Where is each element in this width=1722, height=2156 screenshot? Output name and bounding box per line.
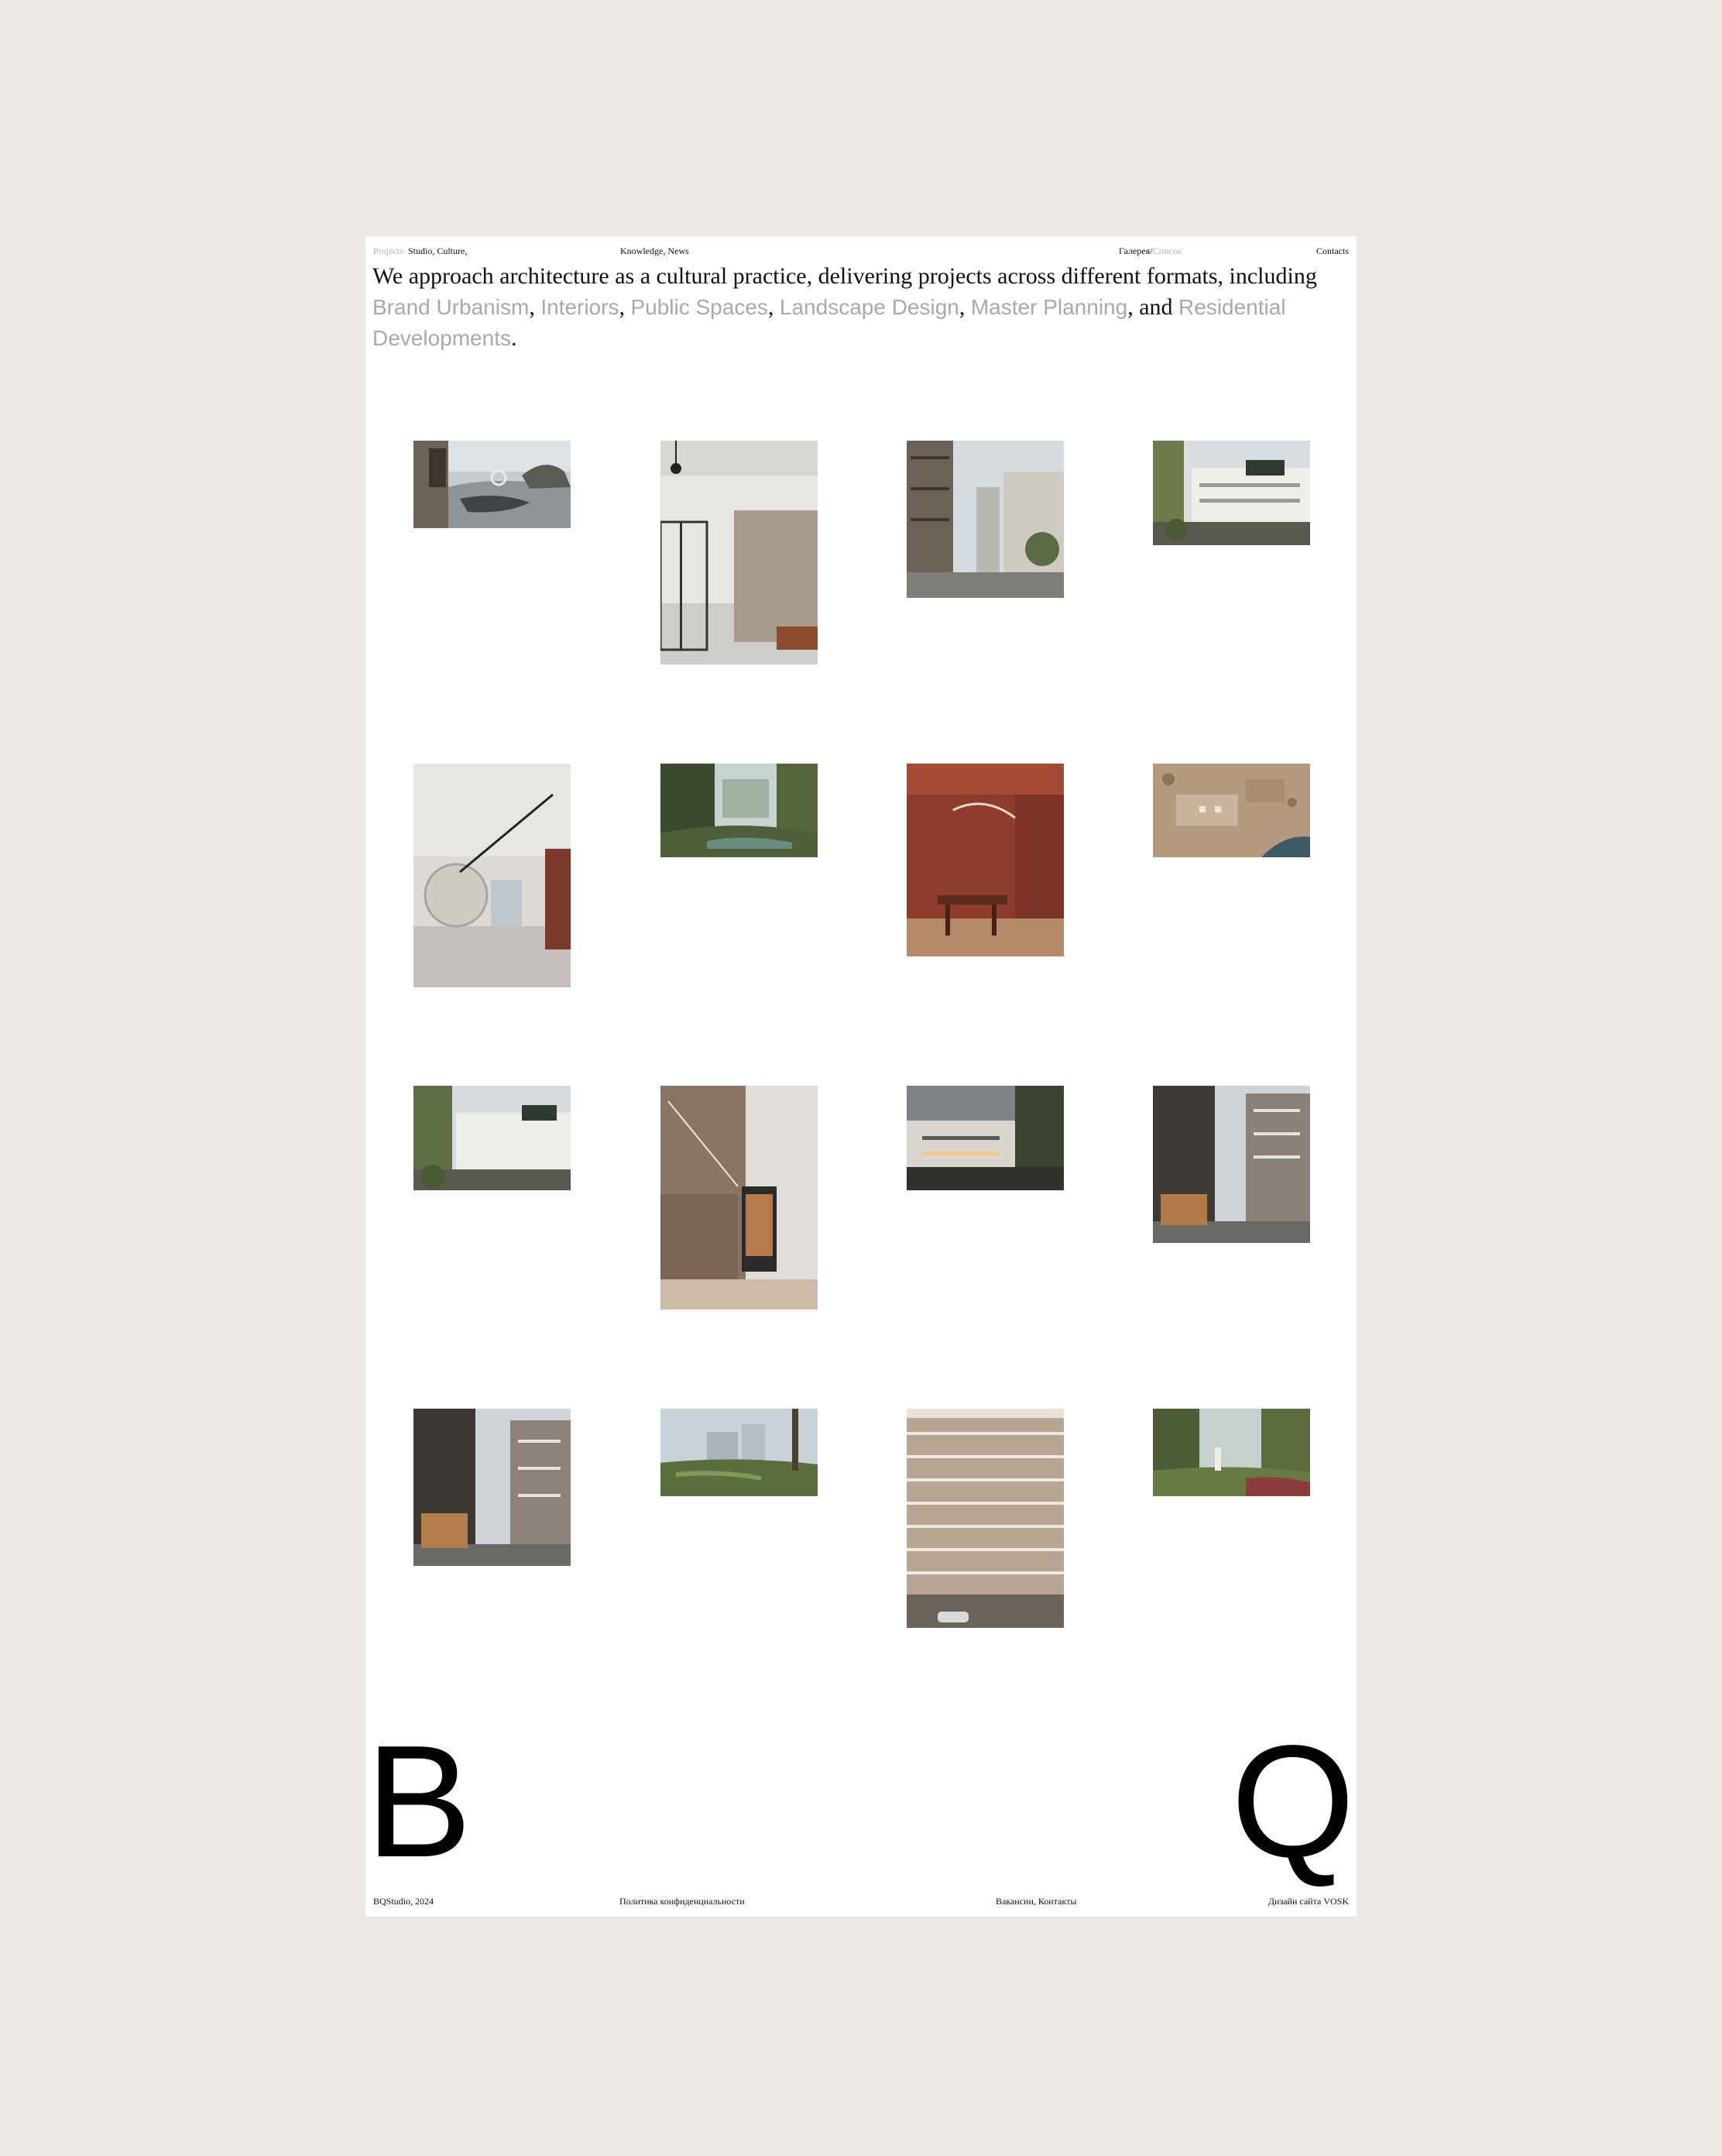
tag-master-planning[interactable]: Master Planning	[971, 295, 1127, 319]
interior-image-icon	[907, 764, 1064, 956]
project-thumb-white-gallery-interior[interactable]	[413, 764, 571, 987]
intro-period: .	[510, 325, 517, 351]
footer: BQStudio, 2024 Политика конфиденциальнос…	[373, 1893, 1349, 1909]
logo-letter-b: B	[365, 1712, 472, 1890]
project-thumb-riverside-meadow[interactable]	[660, 1409, 818, 1496]
interior-image-icon	[413, 764, 571, 987]
project-thumb-facade-elevation[interactable]	[907, 1409, 1064, 1628]
project-thumb-forest-park[interactable]	[660, 764, 818, 857]
project-thumb-garden-courtyard[interactable]	[1153, 1409, 1310, 1496]
interior-image-icon	[660, 441, 818, 664]
nav-contacts: Contacts	[1316, 243, 1349, 259]
nav-studio-link[interactable]: Studio,	[408, 245, 434, 256]
project-thumb-lake-villa[interactable]	[413, 441, 571, 528]
tag-brand-urbanism[interactable]: Brand Urbanism	[372, 295, 529, 319]
intro-comma: ,	[959, 294, 966, 320]
nav-knowledge-link[interactable]: Knowledge,	[620, 245, 665, 256]
project-thumb-white-townhouses[interactable]	[1153, 441, 1310, 545]
page-card: Projects: Studio, Culture, Knowledge, Ne…	[365, 236, 1357, 1917]
building-image-icon	[907, 1086, 1064, 1190]
intro-text: We approach architecture as a cultural p…	[372, 263, 1317, 289]
landscape-image-icon	[413, 441, 571, 528]
project-thumb-street-towers[interactable]	[907, 441, 1064, 598]
forest-image-icon	[660, 764, 818, 857]
nav-projects: Projects: Studio, Culture,	[373, 243, 467, 259]
street-image-icon	[907, 441, 1064, 598]
project-thumb-townhouses-park[interactable]	[413, 1086, 571, 1190]
nav-contacts-link[interactable]: Contacts	[1316, 245, 1349, 256]
nav-news-link[interactable]: News	[667, 245, 688, 256]
nav-knowledge: Knowledge, News	[620, 243, 689, 259]
view-gallery-toggle[interactable]: Галерея	[1119, 245, 1150, 256]
top-nav: Projects: Studio, Culture, Knowledge, Ne…	[373, 243, 1349, 259]
intro-comma: ,	[529, 294, 535, 320]
intro-comma: ,	[767, 294, 774, 320]
project-thumb-red-cafe-interior[interactable]	[907, 764, 1064, 956]
nav-projects-label[interactable]: Projects:	[373, 245, 406, 256]
intro-statement: We approach architecture as a cultural p…	[372, 261, 1325, 354]
footer-copyright: BQStudio, 2024	[373, 1896, 434, 1907]
project-thumb-lobby-interior[interactable]	[660, 441, 818, 664]
footer-privacy-link[interactable]: Политика конфиденциальности	[619, 1893, 745, 1909]
interior-image-icon	[660, 1086, 818, 1310]
project-thumb-residential-street[interactable]	[1153, 1086, 1310, 1243]
footer-jobs-contacts-link[interactable]: Вакансии, Контакты	[996, 1893, 1076, 1909]
aerial-image-icon	[1153, 764, 1310, 857]
project-thumb-evening-townhouses[interactable]	[907, 1086, 1064, 1190]
tag-landscape-design[interactable]: Landscape Design	[780, 295, 959, 319]
tag-public-spaces[interactable]: Public Spaces	[630, 295, 767, 319]
landscape-image-icon	[660, 1409, 818, 1496]
footer-design-credit-link[interactable]: Дизайн сайта VOSK	[1268, 1893, 1349, 1909]
intro-and: , and	[1127, 294, 1173, 320]
intro-comma: ,	[619, 294, 625, 320]
nav-culture-link[interactable]: Culture,	[437, 245, 467, 256]
project-thumb-residential-street-2[interactable]	[413, 1409, 571, 1566]
street-image-icon	[1153, 1086, 1310, 1243]
project-thumb-masterplan-model[interactable]	[1153, 764, 1310, 857]
logo-letter-q: Q	[1230, 1712, 1355, 1890]
building-image-icon	[1153, 441, 1310, 545]
building-image-icon	[413, 1086, 571, 1190]
view-switcher: Галерея/Список	[1119, 243, 1182, 259]
tag-interiors[interactable]: Interiors	[540, 295, 619, 319]
view-list-toggle[interactable]: Список	[1153, 245, 1182, 256]
project-thumb-kitchen-vending-interior[interactable]	[660, 1086, 818, 1310]
street-image-icon	[413, 1409, 571, 1566]
facade-image-icon	[907, 1409, 1064, 1628]
garden-image-icon	[1153, 1409, 1310, 1496]
